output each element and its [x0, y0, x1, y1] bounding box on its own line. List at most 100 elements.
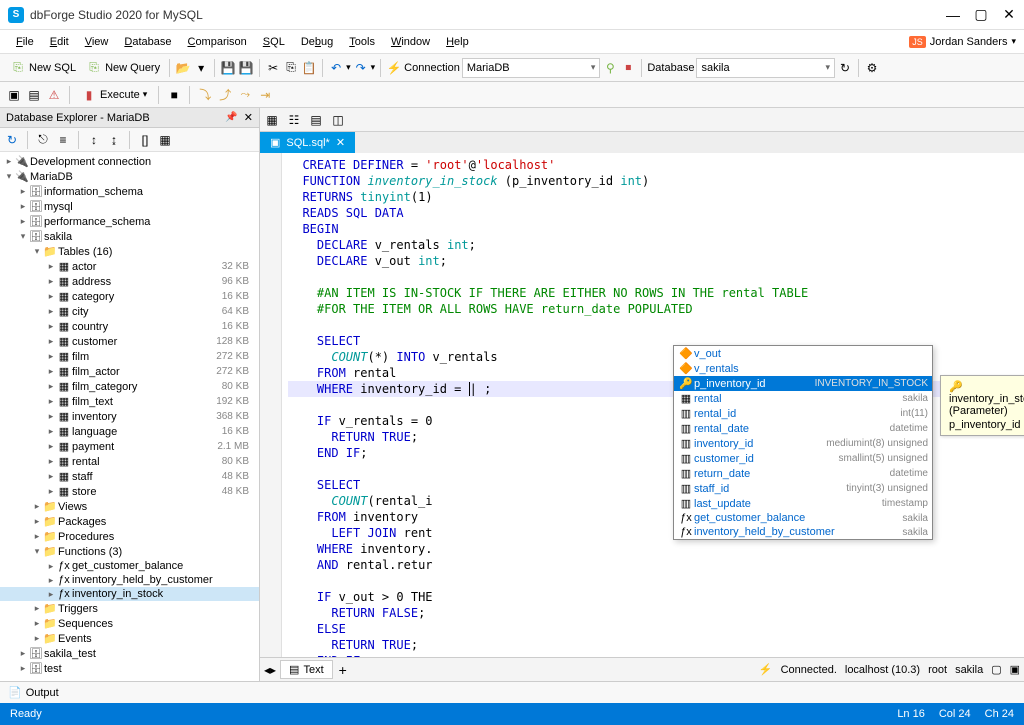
tree-row[interactable]: ▸▦language16 KB: [0, 424, 259, 439]
debug-step3-icon[interactable]: ⤳: [237, 87, 253, 103]
settings-icon[interactable]: ⚙: [864, 60, 880, 76]
refresh-tree-icon[interactable]: ↻: [4, 132, 20, 148]
paste-icon[interactable]: 📋: [301, 60, 317, 76]
db-stop-icon[interactable]: ⏹: [620, 60, 636, 76]
tb2-icon1[interactable]: ▣: [6, 87, 22, 103]
sort1-icon[interactable]: ↕: [86, 132, 102, 148]
panel-close-icon[interactable]: ✕: [244, 111, 253, 124]
autocomplete-item[interactable]: ▥return_datedatetime: [674, 466, 932, 481]
autocomplete-item[interactable]: ƒxget_customer_balancesakila: [674, 511, 932, 525]
tree-row[interactable]: ▸📁Triggers: [0, 601, 259, 616]
tree-row[interactable]: ▸▦film272 KB: [0, 349, 259, 364]
columns-icon[interactable]: ▦: [157, 132, 173, 148]
new-query-button[interactable]: ⎘New Query: [82, 58, 164, 78]
autocomplete-item[interactable]: ▥rental_datedatetime: [674, 421, 932, 436]
tree-row[interactable]: ▸▦address96 KB: [0, 274, 259, 289]
tree-row[interactable]: ▾🔌MariaDB: [0, 169, 259, 184]
tree-row[interactable]: ▸📁Sequences: [0, 616, 259, 631]
code-editor[interactable]: CREATE DEFINER = 'root'@'localhost' FUNC…: [260, 153, 1024, 657]
sort2-icon[interactable]: ↨: [106, 132, 122, 148]
autocomplete-item[interactable]: ▥last_updatetimestamp: [674, 496, 932, 511]
tree-row[interactable]: ▸🗄sakila_test: [0, 646, 259, 661]
maximize-button[interactable]: ▢: [974, 8, 988, 22]
save-all-icon[interactable]: 💾: [238, 60, 254, 76]
tree-row[interactable]: ▸ƒxget_customer_balance: [0, 559, 259, 573]
tree-row[interactable]: ▸▦customer128 KB: [0, 334, 259, 349]
autocomplete-item[interactable]: ▥customer_idsmallint(5) unsigned: [674, 451, 932, 466]
tree-row[interactable]: ▸▦inventory368 KB: [0, 409, 259, 424]
autocomplete-item[interactable]: ▦rentalsakila: [674, 391, 932, 406]
bottom-icon2[interactable]: ▣: [1010, 663, 1020, 676]
autocomplete-item[interactable]: ƒxinventory_held_by_customersakila: [674, 525, 932, 539]
autocomplete-item[interactable]: ▥staff_idtinyint(3) unsigned: [674, 481, 932, 496]
stop-icon[interactable]: ■: [166, 87, 182, 103]
menu-debug[interactable]: Debug: [293, 34, 341, 50]
open-icon[interactable]: 📂: [175, 60, 191, 76]
menu-database[interactable]: Database: [116, 34, 179, 50]
autocomplete-item[interactable]: 🔑p_inventory_idINVENTORY_IN_STOCK: [674, 376, 932, 391]
tree-row[interactable]: ▸ƒxinventory_held_by_customer: [0, 573, 259, 587]
refresh-icon[interactable]: ↻: [837, 60, 853, 76]
tree-row[interactable]: ▸▦city64 KB: [0, 304, 259, 319]
tree-row[interactable]: ▸📁Packages: [0, 514, 259, 529]
autocomplete-item[interactable]: 🔶v_rentals: [674, 361, 932, 376]
save-icon[interactable]: 💾: [220, 60, 236, 76]
add-tab-icon[interactable]: +: [339, 662, 347, 678]
tree-row[interactable]: ▸▦rental80 KB: [0, 454, 259, 469]
tree-row[interactable]: ▸▦film_actor272 KB: [0, 364, 259, 379]
bottom-icon1[interactable]: ▢: [991, 663, 1001, 676]
tree-row[interactable]: ▸▦actor32 KB: [0, 259, 259, 274]
tree-row[interactable]: ▸📁Views: [0, 499, 259, 514]
view-form-icon[interactable]: ☷: [286, 112, 302, 128]
autocomplete-item[interactable]: ▥inventory_idmediumint(8) unsigned: [674, 436, 932, 451]
view-doc-icon[interactable]: ▤: [308, 112, 324, 128]
new-sql-button[interactable]: ⎘New SQL: [6, 58, 80, 78]
tree-row[interactable]: ▸▦store48 KB: [0, 484, 259, 499]
menu-sql[interactable]: SQL: [255, 34, 293, 50]
menu-view[interactable]: View: [77, 34, 117, 50]
database-combo[interactable]: ▾: [696, 58, 835, 78]
tree-row[interactable]: ▾🗄sakila: [0, 229, 259, 244]
collapse-icon[interactable]: []: [137, 132, 153, 148]
autocomplete-item[interactable]: 🔶v_out: [674, 346, 932, 361]
output-panel-tab[interactable]: 📄 Output: [0, 681, 1024, 703]
close-button[interactable]: ✕: [1002, 8, 1016, 22]
editor-tab[interactable]: ▣ SQL.sql* ✕: [260, 132, 355, 153]
menu-help[interactable]: Help: [438, 34, 477, 50]
user-badge[interactable]: JS Jordan Sanders ▾: [909, 36, 1016, 48]
autocomplete-popup[interactable]: 🔶v_out🔶v_rentals🔑p_inventory_idINVENTORY…: [673, 345, 933, 540]
execute-button[interactable]: ▮Execute▾: [77, 85, 151, 105]
view-grid-icon[interactable]: ▦: [264, 112, 280, 128]
debug-step4-icon[interactable]: ⇥: [257, 87, 273, 103]
menu-tools[interactable]: Tools: [341, 34, 383, 50]
pin-icon[interactable]: 📌: [225, 112, 237, 123]
tree-row[interactable]: ▸📁Procedures: [0, 529, 259, 544]
tree-row[interactable]: ▸▦staff48 KB: [0, 469, 259, 484]
minimize-button[interactable]: —: [946, 8, 960, 22]
dropdown-icon[interactable]: ▾: [193, 60, 209, 76]
debug-step1-icon[interactable]: ⤵: [197, 87, 213, 103]
tree-row[interactable]: ▸🔌Development connection: [0, 154, 259, 169]
redo-icon[interactable]: ↷: [353, 60, 369, 76]
filter-icon[interactable]: ≡: [55, 132, 71, 148]
tree-row[interactable]: ▸ƒxinventory_in_stock: [0, 587, 259, 601]
text-tab[interactable]: ▤Text: [280, 660, 333, 679]
tree-row[interactable]: ▸🗄mysql: [0, 199, 259, 214]
tree-row[interactable]: ▸▦film_category80 KB: [0, 379, 259, 394]
connection-combo[interactable]: ▾: [462, 58, 601, 78]
view-split-icon[interactable]: ◫: [330, 112, 346, 128]
tree-row[interactable]: ▸🗄test: [0, 661, 259, 676]
tree-row[interactable]: ▸📁Events: [0, 631, 259, 646]
tree-row[interactable]: ▸▦category16 KB: [0, 289, 259, 304]
menu-file[interactable]: File: [8, 34, 42, 50]
menu-edit[interactable]: Edit: [42, 34, 77, 50]
menu-comparison[interactable]: Comparison: [179, 34, 254, 50]
menu-window[interactable]: Window: [383, 34, 438, 50]
undo-icon[interactable]: ↶: [328, 60, 344, 76]
debug-step2-icon[interactable]: ⤴: [217, 87, 233, 103]
tb2-icon2[interactable]: ▤: [26, 87, 42, 103]
tree-row[interactable]: ▾📁Tables (16): [0, 244, 259, 259]
tree-row[interactable]: ▸▦film_text192 KB: [0, 394, 259, 409]
autocomplete-item[interactable]: ▥rental_idint(11): [674, 406, 932, 421]
tree-row[interactable]: ▸🗄performance_schema: [0, 214, 259, 229]
